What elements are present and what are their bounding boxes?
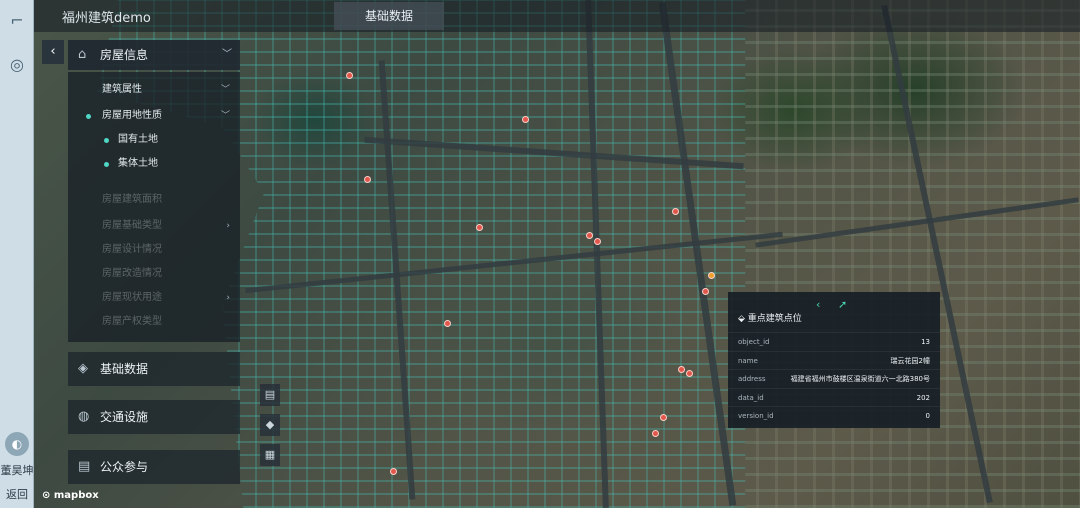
back-button[interactable]: 返回 [0, 486, 34, 502]
section-public[interactable]: ▤ 公众参与 [68, 450, 240, 484]
table-row: data_id 202 [728, 387, 940, 407]
people-icon: ▤ [78, 459, 91, 474]
status-dot [104, 138, 109, 143]
feature-popup: ‹ ➚ ⬙ 重点建筑点位 object_id 13 name 瑞云花园2幢 ad… [728, 292, 940, 428]
table-row: object_id 13 [728, 332, 940, 351]
next-icon[interactable]: ➚ [838, 298, 847, 311]
section-label: 交通设施 [100, 410, 149, 424]
layer-icon: ◈ [78, 361, 88, 376]
left-rail: ⌐ ◎ ◐ 董昊坤 返回 [0, 0, 34, 508]
traffic-icon: ◍ [78, 409, 90, 424]
row-value: 瑞云花园2幢 [890, 356, 930, 365]
list-item[interactable]: 房屋建筑面积 [68, 188, 240, 212]
row-value: 202 [916, 393, 930, 402]
popup-table: object_id 13 name 瑞云花园2幢 address 福建省福州市鼓… [728, 332, 940, 425]
section-traffic[interactable]: ◍ 交通设施 [68, 400, 240, 434]
list-item[interactable]: 房屋设计情况 [68, 238, 240, 262]
side-panel: ⌂ 房屋信息 ﹀ 建筑属性 ﹀ 房屋用地性质 ﹀ 国有土地 集体土地 房屋建筑面… [68, 40, 240, 484]
list-item[interactable]: 建筑属性 ﹀ [68, 78, 240, 102]
row-label: 房屋改造情况 [102, 268, 162, 279]
row-key: name [738, 356, 758, 365]
list-item[interactable]: 房屋产权类型 [68, 310, 240, 334]
shield-icon[interactable]: ◆ [260, 414, 280, 436]
row-label: 房屋用地性质 [102, 110, 162, 121]
list-icon[interactable]: ▤ [260, 384, 280, 406]
row-label: 国有土地 [118, 134, 158, 145]
chevron-down-icon: ﹀ [222, 49, 232, 60]
house-icon: ⌂ [78, 47, 87, 62]
row-key: data_id [738, 393, 764, 402]
map-attribution: ⊙ mapbox [42, 490, 99, 501]
chevron-down-icon: ﹀ [220, 111, 230, 121]
collapse-icon[interactable]: ‹ [42, 40, 64, 64]
row-label: 建筑属性 [102, 84, 142, 95]
list-item[interactable]: 房屋现状用途 › [68, 286, 240, 310]
panel-header-house-info[interactable]: ⌂ 房屋信息 ﹀ [68, 40, 240, 70]
panel-header-label: 房屋信息 [100, 48, 149, 62]
popup-title: ⬙ 重点建筑点位 [738, 314, 802, 324]
avatar-icon[interactable]: ◐ [5, 432, 29, 456]
table-icon[interactable]: ▦ [260, 444, 280, 466]
row-label: 房屋设计情况 [102, 244, 162, 255]
row-key: object_id [738, 338, 770, 346]
table-row: version_id 0 [728, 406, 940, 425]
list-item[interactable]: 房屋基础类型 › [68, 214, 240, 238]
list-item[interactable]: 房屋改造情况 [68, 262, 240, 286]
panel-body: 建筑属性 ﹀ 房屋用地性质 ﹀ 国有土地 集体土地 房屋建筑面积 房屋基础类型 … [68, 72, 240, 342]
row-key: address [738, 375, 766, 383]
user-name: 董昊坤 [0, 464, 34, 477]
section-label: 公众参与 [100, 460, 149, 474]
table-row: name 瑞云花园2幢 [728, 350, 940, 370]
row-label: 集体土地 [118, 158, 158, 169]
home-icon[interactable]: ⌐ [4, 8, 30, 34]
section-label: 基础数据 [100, 362, 149, 376]
list-item[interactable]: 集体土地 [68, 152, 240, 176]
chevron-down-icon: ﹀ [220, 85, 230, 95]
row-label: 房屋产权类型 [102, 316, 162, 327]
row-value: 福建省福州市鼓楼区温泉街道六一北路380号 [790, 375, 930, 383]
row-label: 房屋现状用途 [102, 292, 162, 303]
chevron-right-icon: › [226, 293, 230, 303]
status-dot [104, 162, 109, 167]
section-base-data[interactable]: ◈ 基础数据 [68, 352, 240, 386]
layers-icon[interactable]: ◎ [4, 52, 30, 78]
prev-icon[interactable]: ‹ [816, 298, 820, 311]
row-key: version_id [738, 412, 774, 420]
row-label: 房屋建筑面积 [102, 194, 162, 205]
tab-base-data[interactable]: 基础数据 [334, 2, 444, 30]
list-item[interactable]: 房屋用地性质 ﹀ [68, 104, 240, 128]
list-item[interactable]: 国有土地 [68, 128, 240, 152]
chevron-right-icon: › [226, 221, 230, 231]
row-value: 13 [921, 338, 930, 346]
app-title: 福州建筑demo [62, 11, 151, 26]
top-bar: 福州建筑demo 基础数据 [34, 0, 1080, 32]
row-value: 0 [925, 412, 930, 420]
status-dot [86, 114, 91, 119]
table-row: address 福建省福州市鼓楼区温泉街道六一北路380号 [728, 369, 940, 388]
row-label: 房屋基础类型 [102, 220, 162, 231]
